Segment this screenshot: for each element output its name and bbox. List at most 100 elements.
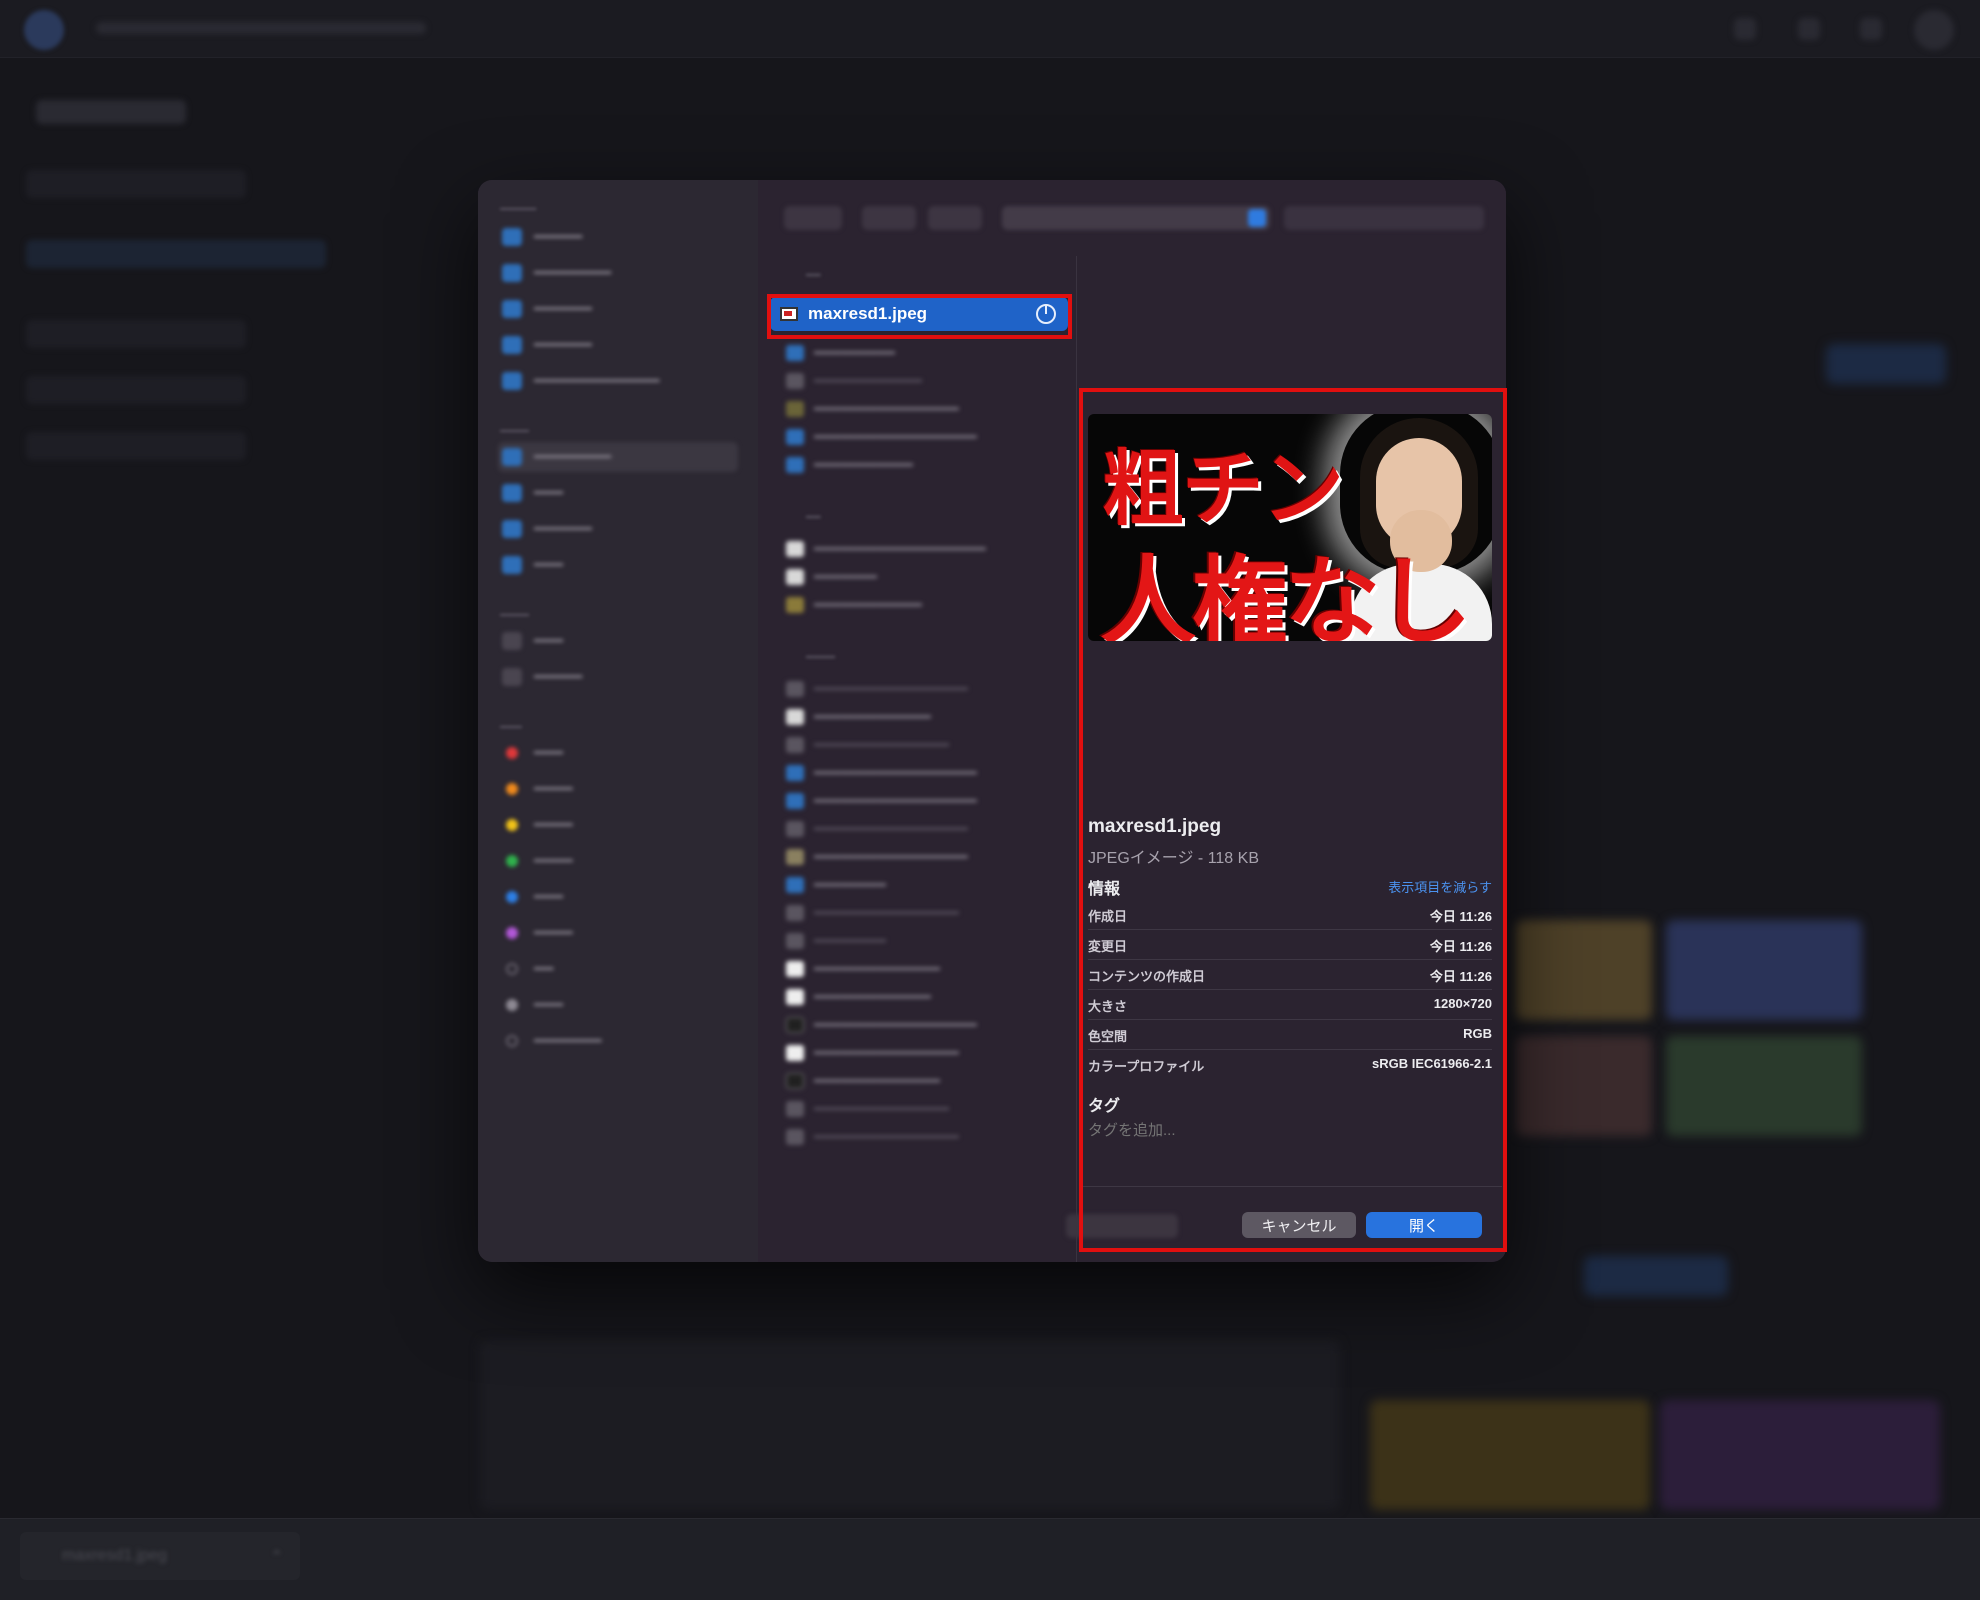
sidebar-item-icloud-drive[interactable]: ━━━━━━━━ — [498, 442, 738, 472]
download-item[interactable]: maxresd1.jpeg ⌃ — [20, 1532, 300, 1580]
blue-tag-icon — [506, 891, 518, 903]
folder-icon — [786, 429, 804, 445]
document-icon — [786, 737, 804, 753]
file-row[interactable]: ━━━━━━━━ — [780, 928, 1062, 954]
file-row[interactable]: ━━━━━━━━━━━━━━━━━ — [780, 676, 1062, 702]
file-row[interactable]: ━━━━━━━━━━━━━━━━━━━ — [780, 536, 1062, 562]
sidebar-tag-green[interactable]: ━━━━ — [498, 846, 738, 876]
file-row[interactable]: ━━━━━━━━━ — [780, 340, 1062, 366]
sidebar-section-favorites: ━━━━━ — [500, 202, 537, 216]
background-sidebar-row — [26, 240, 326, 268]
selected-file-row[interactable]: maxresd1.jpeg — [770, 297, 1068, 331]
tag-icon — [506, 1035, 518, 1047]
file-row[interactable]: ━━━━━━━━━━━━━━━━━━ — [780, 788, 1062, 814]
metadata-label: 変更日 — [1088, 939, 1128, 954]
document-icon — [786, 681, 804, 697]
search-field[interactable] — [1284, 206, 1484, 230]
sidebar-all-tags[interactable]: ━━━━━━━ — [498, 1026, 738, 1056]
metadata-row-created: 作成日 今日 11:26 — [1088, 900, 1492, 930]
image-file-icon — [786, 961, 804, 977]
sidebar-section-icloud: ━━━━ — [500, 424, 529, 438]
sidebar-tag-purple[interactable]: ━━━━ — [498, 918, 738, 948]
chevron-updown-icon — [1248, 209, 1266, 227]
app-logo-icon — [24, 10, 64, 50]
background-thumbnail-blur — [1666, 920, 1862, 1020]
background-icon-blur — [1734, 18, 1756, 40]
sidebar-tag-yellow[interactable]: ━━━━ — [498, 810, 738, 840]
metadata-label: コンテンツの作成日 — [1088, 969, 1206, 984]
icloud-download-icon[interactable] — [1036, 304, 1056, 324]
background-thumbnail-blur — [1666, 1036, 1862, 1136]
sidebar-item-shared[interactable]: ━━━ — [498, 550, 738, 580]
image-file-icon — [786, 1017, 804, 1033]
sidebar-tag-orange[interactable]: ━━━━ — [498, 774, 738, 804]
folder-icon — [786, 765, 804, 781]
tag-icon — [506, 963, 518, 975]
file-row[interactable]: ━━━━━━━━━━━━ — [780, 592, 1062, 618]
file-list-column: ━━ ━━━━━━━━━ ━━━━━━━━━━━━ ━━━━━━━━━━━━━━… — [758, 256, 1076, 1262]
file-row[interactable]: ━━━━━━━━━━━━━━━━━━ — [780, 760, 1062, 786]
film-icon — [502, 668, 522, 686]
file-row[interactable]: ━━━━━━━━━━━━━━━━━━ — [780, 1012, 1062, 1038]
column-divider[interactable] — [1076, 256, 1077, 1262]
file-row[interactable]: ━━━━━━━━━━━━━━━━━ — [780, 844, 1062, 870]
file-row[interactable]: ━━━━━━━━━━━━━━ — [780, 956, 1062, 982]
desktop-icon — [502, 300, 522, 318]
options-button[interactable] — [1066, 1214, 1178, 1238]
sidebar-item-icloud-desktop[interactable]: ━━━━━━ — [498, 514, 738, 544]
sidebar-item-desktop[interactable]: ━━━━━━ — [498, 294, 738, 324]
file-row[interactable]: ━━━━━━━━━━━ — [780, 452, 1062, 478]
background-thumbnail-blur — [1516, 920, 1652, 1020]
yellow-tag-icon — [506, 819, 518, 831]
file-row[interactable]: ━━━━━━━━━━━━━━ — [780, 1068, 1062, 1094]
applications-icon — [502, 264, 522, 282]
file-row[interactable]: ━━━━━━━━━━━━━━━━ — [780, 900, 1062, 926]
file-row[interactable]: ━━━━━━━ — [780, 564, 1062, 590]
cancel-button[interactable]: キャンセル — [1242, 1212, 1356, 1238]
folder-icon — [786, 793, 804, 809]
video-file-icon — [786, 401, 804, 417]
background-title-blur — [96, 22, 426, 34]
sidebar-item-applications[interactable]: ━━━━━━━━ — [498, 258, 738, 288]
file-row[interactable]: ━━━━━━━━━━━━━━━ — [780, 1096, 1062, 1122]
image-file-icon — [786, 541, 804, 557]
sidebar-tag-work[interactable]: ━━ — [498, 954, 738, 984]
sidebar-item-creative-cloud[interactable]: ━━━━━━━━━━━━━ — [498, 366, 738, 396]
file-row[interactable]: ━━━━━━━━━━━━━━━━ — [780, 1040, 1062, 1066]
file-row[interactable]: ━━━━━━━━━━━━━━━━ — [780, 396, 1062, 422]
file-row[interactable]: ━━━━━━━━━━━━━ — [780, 984, 1062, 1010]
image-file-icon — [786, 597, 804, 613]
file-row[interactable]: ━━━━━━━━━━━━━━━ — [780, 732, 1062, 758]
sidebar-item-photos[interactable]: ━━━ — [498, 626, 738, 656]
sidebar-tag-blue[interactable]: ━━━ — [498, 882, 738, 912]
file-row[interactable]: ━━━━━━━━ — [780, 872, 1062, 898]
background-sidebar-row — [26, 320, 246, 348]
file-row[interactable]: ━━━━━━━━━━━━ — [780, 368, 1062, 394]
dialog-sidebar: ━━━━━ ━━━━━ ━━━━━━━━ ━━━━━━ ━━━━━━ ━━━━━… — [478, 180, 758, 1262]
sidebar-tag-gray[interactable]: ━━━ — [498, 990, 738, 1020]
group-button[interactable] — [928, 206, 982, 230]
file-row[interactable]: ━━━━━━━━━━━━━━━━━ — [780, 816, 1062, 842]
sidebar-item-movies[interactable]: ━━━━━ — [498, 662, 738, 692]
sidebar-item-recents[interactable]: ━━━━━ — [498, 222, 738, 252]
selected-file-name: maxresd1.jpeg — [808, 304, 928, 323]
document-icon — [786, 373, 804, 389]
file-row[interactable]: ━━━━━━━━━━━━━ — [780, 704, 1062, 730]
image-file-icon — [786, 569, 804, 585]
back-forward-buttons[interactable] — [784, 206, 842, 230]
view-mode-button[interactable] — [862, 206, 916, 230]
sidebar-tag-red[interactable]: ━━━ — [498, 738, 738, 768]
file-row[interactable]: ━━━━━━━━━━━━━━━━ — [780, 1124, 1062, 1150]
metadata-value: RGB — [1463, 1026, 1492, 1041]
location-popup[interactable] — [1002, 206, 1270, 230]
folder-icon — [786, 877, 804, 893]
sidebar-item-documents[interactable]: ━━━ — [498, 478, 738, 508]
open-button[interactable]: 開く — [1366, 1212, 1482, 1238]
file-row[interactable]: ━━━━━━━━━━━━━━━━━━ — [780, 424, 1062, 450]
show-less-link[interactable]: 表示項目を減らす — [1386, 877, 1492, 896]
tags-input[interactable] — [1088, 1122, 1388, 1139]
background-button-blur — [1584, 1256, 1728, 1296]
background-sidebar-row — [26, 170, 246, 198]
chevron-up-icon[interactable]: ⌃ — [270, 1547, 283, 1567]
sidebar-item-downloads[interactable]: ━━━━━━ — [498, 330, 738, 360]
